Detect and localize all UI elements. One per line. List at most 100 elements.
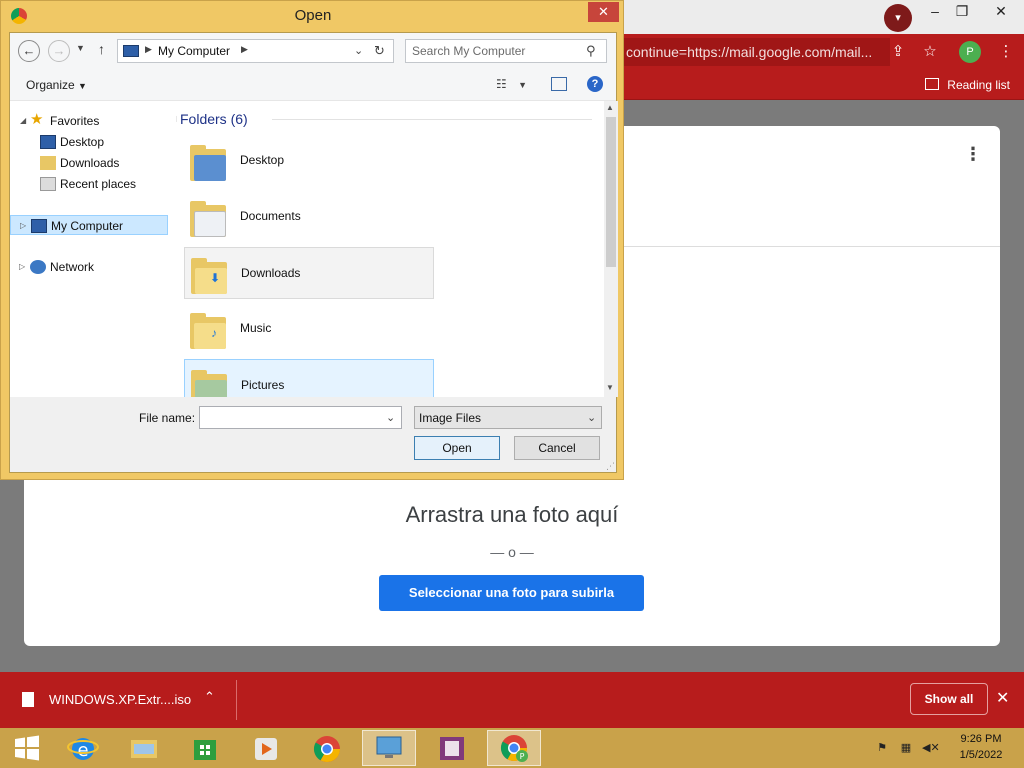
nav-favorites-label: Favorites <box>50 114 100 128</box>
search-box[interactable]: ⚲ <box>405 39 607 63</box>
notebook-icon <box>440 737 464 760</box>
scroll-down-icon[interactable]: ▼ <box>606 383 614 392</box>
scroll-up-icon[interactable]: ▲ <box>606 103 614 112</box>
dialog-body: ← → ▼ ↑ ▶ My Computer ▶ ⌄ ↻ ⚲ Organize ▼… <box>9 32 618 473</box>
folder-desktop[interactable]: Desktop <box>184 135 434 187</box>
or-separator: — o — <box>490 544 534 560</box>
file-list-scrollbar[interactable]: ▲ ▼ <box>604 101 618 397</box>
chevron-down-icon: ▼ <box>78 81 87 91</box>
folder-documents-icon <box>190 197 226 237</box>
file-name-combo[interactable]: ⌄ <box>199 406 402 429</box>
folder-documents[interactable]: Documents <box>184 191 434 243</box>
chevron-right-icon[interactable]: ▶ <box>241 44 248 55</box>
chevron-right-icon[interactable]: ▶ <box>145 44 152 55</box>
volume-muted-icon[interactable]: ◀✕ <box>922 741 940 755</box>
close-downloads-icon[interactable]: ✕ <box>996 688 1009 708</box>
organize-label: Organize <box>26 78 75 92</box>
chevron-down-icon[interactable]: ⌄ <box>354 44 363 57</box>
file-list-pane: ◢ Folders (6) Desktop Documents ⬇ Downlo… <box>176 101 604 397</box>
nav-downloads-label: Downloads <box>60 156 120 170</box>
downloads-divider <box>236 680 237 720</box>
folder-music-icon: ♪ <box>190 309 226 349</box>
expand-arrow-icon[interactable]: ▷ <box>19 257 25 277</box>
chrome-taskbar-icon[interactable] <box>300 730 354 766</box>
share-icon[interactable]: ⇪ <box>886 40 910 64</box>
help-icon[interactable]: ? <box>587 76 603 92</box>
back-button[interactable]: ← <box>18 40 40 62</box>
organize-menu[interactable]: Organize ▼ <box>26 78 87 92</box>
nav-network[interactable]: ▷ Network <box>10 257 168 277</box>
onenote-icon[interactable] <box>425 730 479 766</box>
network-status-icon[interactable]: ▦ <box>898 741 914 755</box>
dialog-title: Open <box>294 7 332 24</box>
ie-logo-icon: e <box>67 738 99 761</box>
nav-downloads[interactable]: Downloads <box>10 153 168 173</box>
bookmark-star-icon[interactable]: ☆ <box>918 40 942 64</box>
taskbar: e P ⚑ ▦ ◀✕ 9:26 PM 1/5/2022 <box>0 728 1024 768</box>
reading-list-label: Reading list <box>947 78 1010 92</box>
media-player-icon[interactable] <box>239 730 293 766</box>
cancel-button[interactable]: Cancel <box>514 436 600 460</box>
tab-search-button[interactable]: ▾ <box>884 4 912 32</box>
restore-button[interactable]: ❐ <box>945 0 979 24</box>
refresh-icon[interactable]: ↻ <box>374 43 385 59</box>
nav-desktop[interactable]: Desktop <box>10 132 168 152</box>
search-icon[interactable]: ⚲ <box>586 43 596 59</box>
group-header[interactable]: Folders (6) <box>180 111 248 127</box>
folder-label: Downloads <box>241 266 301 280</box>
reading-list-button[interactable]: Reading list <box>925 76 1010 94</box>
chevron-down-icon[interactable]: ▼ <box>518 80 527 90</box>
more-options-icon[interactable]: ⋮ <box>964 144 982 164</box>
scroll-thumb[interactable] <box>606 117 616 267</box>
network-icon <box>30 260 46 274</box>
chevron-down-icon[interactable]: ⌄ <box>386 411 395 424</box>
folder-pictures[interactable]: Pictures <box>184 359 434 397</box>
address-row: ← → ▼ ↑ ▶ My Computer ▶ ⌄ ↻ ⚲ <box>10 33 616 69</box>
dialog-close-button[interactable]: ✕ <box>588 2 619 22</box>
clock-date[interactable]: 1/5/2022 <box>954 749 1008 761</box>
chevron-up-icon[interactable]: ⌃ <box>204 689 215 705</box>
profile-avatar[interactable]: P <box>959 41 981 63</box>
browser-close-button[interactable]: ✕ <box>984 0 1018 24</box>
chrome-active-taskbar-icon[interactable]: P <box>487 730 541 766</box>
resize-grip-icon[interactable]: ⋰ <box>606 461 615 472</box>
address-crumb[interactable]: My Computer <box>158 44 230 58</box>
nav-desktop-label: Desktop <box>60 135 105 149</box>
preview-pane-icon[interactable] <box>551 77 567 91</box>
expand-arrow-icon[interactable]: ▷ <box>20 216 26 236</box>
clock-time[interactable]: 9:26 PM <box>958 733 1004 745</box>
start-button[interactable] <box>0 730 54 766</box>
folder-icon <box>131 740 157 758</box>
folder-label: Desktop <box>240 153 285 167</box>
folder-pictures-icon <box>191 366 227 397</box>
recent-locations-dropdown-icon[interactable]: ▼ <box>76 43 85 53</box>
action-center-flag-icon[interactable]: ⚑ <box>874 741 890 755</box>
chevron-down-icon[interactable]: ⌄ <box>587 411 596 424</box>
file-explorer-icon[interactable] <box>117 730 171 766</box>
chrome-menu-icon[interactable]: ⋮ <box>994 40 1018 64</box>
address-bar[interactable]: continue=https://mail.google.com/mail... <box>620 38 890 66</box>
remote-desktop-icon[interactable] <box>362 730 416 766</box>
nav-favorites[interactable]: ◢ ★ Favorites <box>10 111 168 131</box>
open-button[interactable]: Open <box>414 436 500 460</box>
nav-my-computer[interactable]: ▷ My Computer <box>10 215 168 235</box>
address-box[interactable]: ▶ My Computer ▶ ⌄ ↻ <box>117 39 394 63</box>
download-file-name[interactable]: WINDOWS.XP.Extr....iso <box>49 692 191 707</box>
computer-icon <box>31 219 47 233</box>
folder-music[interactable]: ♪ Music <box>184 303 434 355</box>
windows-store-icon[interactable] <box>178 730 232 766</box>
nav-recent-places[interactable]: Recent places <box>10 174 168 194</box>
change-view-button[interactable]: ☷ ▼ <box>496 77 527 91</box>
star-icon: ★ <box>30 111 44 128</box>
up-arrow-icon[interactable]: ↑ <box>98 41 105 57</box>
show-all-button[interactable]: Show all <box>910 683 988 715</box>
collapse-arrow-icon[interactable]: ◢ <box>20 111 26 131</box>
svg-text:P: P <box>520 752 525 761</box>
folder-downloads[interactable]: ⬇ Downloads <box>184 247 434 299</box>
file-name-input[interactable] <box>204 410 379 424</box>
search-input[interactable] <box>412 44 582 58</box>
internet-explorer-icon[interactable]: e <box>56 730 110 766</box>
forward-button[interactable]: → <box>48 40 70 62</box>
file-type-select[interactable]: Image Files ⌄ <box>414 406 602 429</box>
select-photo-button[interactable]: Seleccionar una foto para subirla <box>379 575 644 611</box>
